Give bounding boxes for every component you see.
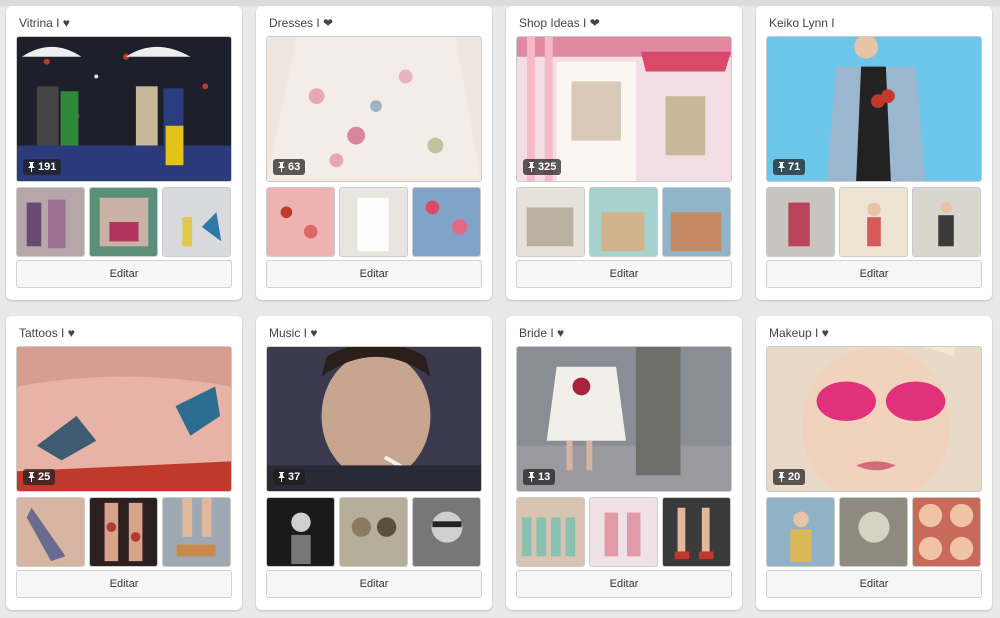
- board-thumbnails: [766, 187, 982, 257]
- board-title[interactable]: Keiko Lynn I: [769, 16, 835, 30]
- board-title[interactable]: Tattoos I ♥: [19, 326, 75, 340]
- pin-count: 13: [538, 471, 551, 483]
- board-card-vitrina[interactable]: Vitrina I ♥ 191 Editar: [6, 6, 242, 300]
- board-card-bride[interactable]: Bride I ♥ 13 Editar: [506, 316, 742, 610]
- board-thumbnail[interactable]: [412, 497, 481, 567]
- board-thumbnail[interactable]: [162, 497, 231, 567]
- board-title[interactable]: Vitrina I ♥: [19, 16, 70, 30]
- pushpin-icon: [278, 162, 285, 172]
- board-thumbnail[interactable]: [839, 187, 908, 257]
- edit-board-button[interactable]: Editar: [516, 570, 732, 598]
- board-cover-image[interactable]: 63: [266, 36, 482, 182]
- board-thumbnail[interactable]: [266, 187, 335, 257]
- edit-board-button[interactable]: Editar: [516, 260, 732, 288]
- board-title[interactable]: Dresses I ❤: [269, 16, 333, 30]
- pin-count-badge: 325: [523, 159, 562, 175]
- pin-count: 63: [288, 161, 301, 173]
- board-card-music[interactable]: Music I ♥ 37 Editar: [256, 316, 492, 610]
- pushpin-icon: [28, 162, 35, 172]
- edit-board-button[interactable]: Editar: [16, 260, 232, 288]
- pin-count-badge: 20: [773, 469, 806, 485]
- board-thumbnail[interactable]: [912, 497, 981, 567]
- board-card-makeup[interactable]: Makeup I ♥ 20 Editar: [756, 316, 992, 610]
- board-thumbnail[interactable]: [662, 187, 731, 257]
- board-cover-image[interactable]: 191: [16, 36, 232, 182]
- pin-count-badge: 71: [773, 159, 806, 175]
- edit-board-button[interactable]: Editar: [766, 260, 982, 288]
- edit-board-button[interactable]: Editar: [16, 570, 232, 598]
- edit-board-button[interactable]: Editar: [766, 570, 982, 598]
- board-card-shop-ideas[interactable]: Shop Ideas I ❤ 325 Editar: [506, 6, 742, 300]
- board-title[interactable]: Bride I ♥: [519, 326, 564, 340]
- pin-count: 71: [788, 161, 801, 173]
- board-thumbnails: [266, 187, 482, 257]
- board-thumbnails: [516, 497, 732, 567]
- board-cover-image[interactable]: 37: [266, 346, 482, 492]
- board-thumbnail[interactable]: [16, 497, 85, 567]
- pin-count: 191: [38, 161, 57, 173]
- board-title[interactable]: Shop Ideas I ❤: [519, 16, 600, 30]
- board-cover-image[interactable]: 325: [516, 36, 732, 182]
- pin-count: 37: [288, 471, 301, 483]
- board-cover-image[interactable]: 71: [766, 36, 982, 182]
- edit-board-button[interactable]: Editar: [266, 260, 482, 288]
- board-title[interactable]: Makeup I ♥: [769, 326, 829, 340]
- board-thumbnails: [516, 187, 732, 257]
- board-card-tattoos[interactable]: Tattoos I ♥ 25 Editar: [6, 316, 242, 610]
- board-thumbnail[interactable]: [412, 187, 481, 257]
- board-thumbnails: [266, 497, 482, 567]
- pin-count-badge: 25: [23, 469, 56, 485]
- board-thumbnail[interactable]: [89, 187, 158, 257]
- pin-count-badge: 63: [273, 159, 306, 175]
- pushpin-icon: [778, 162, 785, 172]
- board-thumbnail[interactable]: [516, 497, 585, 567]
- board-card-dresses[interactable]: Dresses I ❤ 63 Editar: [256, 6, 492, 300]
- pin-count: 20: [788, 471, 801, 483]
- board-cover-image[interactable]: 13: [516, 346, 732, 492]
- board-card-keiko-lynn[interactable]: Keiko Lynn I 71 Editar: [756, 6, 992, 300]
- pushpin-icon: [28, 472, 35, 482]
- pin-count: 325: [538, 161, 557, 173]
- board-thumbnail[interactable]: [662, 497, 731, 567]
- board-thumbnail[interactable]: [589, 187, 658, 257]
- board-thumbnails: [16, 497, 232, 567]
- board-thumbnail[interactable]: [266, 497, 335, 567]
- board-thumbnail[interactable]: [589, 497, 658, 567]
- board-thumbnail[interactable]: [339, 187, 408, 257]
- board-thumbnail[interactable]: [516, 187, 585, 257]
- board-thumbnail[interactable]: [912, 187, 981, 257]
- board-thumbnail[interactable]: [339, 497, 408, 567]
- board-title[interactable]: Music I ♥: [269, 326, 317, 340]
- board-thumbnail[interactable]: [89, 497, 158, 567]
- board-thumbnail[interactable]: [839, 497, 908, 567]
- board-thumbnails: [766, 497, 982, 567]
- pushpin-icon: [778, 472, 785, 482]
- board-cover-image[interactable]: 20: [766, 346, 982, 492]
- board-cover-image[interactable]: 25: [16, 346, 232, 492]
- pin-count-badge: 37: [273, 469, 306, 485]
- pushpin-icon: [278, 472, 285, 482]
- pin-count: 25: [38, 471, 51, 483]
- pushpin-icon: [528, 162, 535, 172]
- board-thumbnail[interactable]: [766, 187, 835, 257]
- board-thumbnail[interactable]: [162, 187, 231, 257]
- board-thumbnail[interactable]: [766, 497, 835, 567]
- pushpin-icon: [528, 472, 535, 482]
- pin-count-badge: 13: [523, 469, 556, 485]
- pin-count-badge: 191: [23, 159, 62, 175]
- edit-board-button[interactable]: Editar: [266, 570, 482, 598]
- board-thumbnails: [16, 187, 232, 257]
- board-thumbnail[interactable]: [16, 187, 85, 257]
